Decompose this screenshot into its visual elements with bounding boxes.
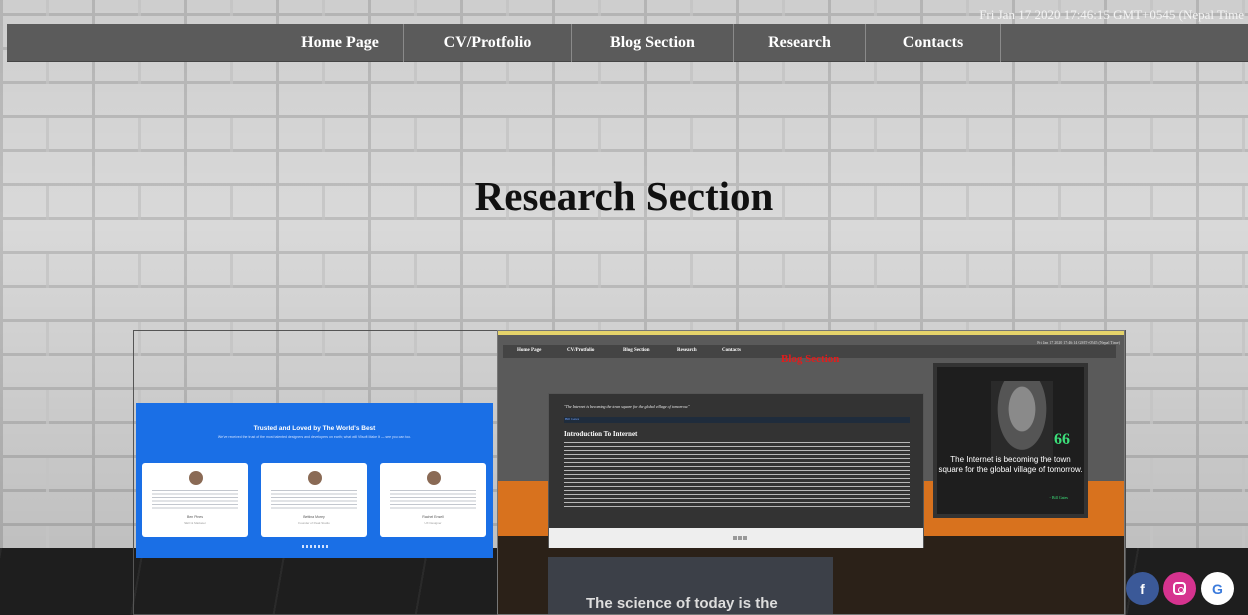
mini-nav-item: Home Page bbox=[517, 348, 542, 353]
nav-research[interactable]: Research bbox=[734, 24, 866, 62]
avatar bbox=[427, 471, 441, 485]
testimonial-name: Rachel Ensell bbox=[422, 515, 444, 519]
mini-carousel-dots bbox=[733, 536, 747, 540]
article-heading: Introduction To Internet bbox=[564, 430, 638, 438]
google-button[interactable]: G bbox=[1201, 572, 1234, 605]
science-card-text: The science of today is the bbox=[586, 595, 778, 612]
google-icon: G bbox=[1212, 580, 1223, 597]
portrait-image bbox=[991, 381, 1053, 461]
testimonial-text bbox=[152, 490, 238, 510]
quote-photo-card: 66 The Internet is becoming the town squ… bbox=[933, 363, 1088, 518]
instagram-button[interactable] bbox=[1163, 572, 1196, 605]
article-footer bbox=[549, 528, 923, 548]
testimonials-subtitle: We've received the trust of the most tal… bbox=[217, 435, 412, 439]
date-time-display: Fri Jan 17 2020 17:46:15 GMT+0545 (Nepal… bbox=[979, 7, 1244, 22]
mini-page-title: Blog Section bbox=[781, 353, 840, 365]
testimonial-name: Ben Pines bbox=[187, 515, 203, 519]
facebook-icon: f bbox=[1140, 580, 1145, 597]
nav-blog-section[interactable]: Blog Section bbox=[572, 24, 734, 62]
testimonial-card: Bettina Morey Founder of Peak Studio bbox=[261, 463, 367, 537]
testimonial-name: Bettina Morey bbox=[303, 515, 325, 519]
testimonials-title: Trusted and Loved by The World's Best bbox=[253, 425, 376, 432]
gallery-slide-testimonials[interactable]: Trusted and Loved by The World's Best We… bbox=[136, 403, 493, 558]
mini-nav-item: Contacts bbox=[722, 348, 741, 353]
accent-bar bbox=[498, 331, 1124, 335]
gallery-slide-blog-screenshot[interactable]: Fri Jan 17 2020 17:46:14 GMT+0545 (Nepal… bbox=[497, 330, 1125, 615]
science-card: The science of today is the bbox=[548, 557, 833, 614]
testimonial-text bbox=[271, 490, 357, 510]
nav-contacts[interactable]: Contacts bbox=[866, 24, 1001, 62]
testimonial-role: SEO & Marketer bbox=[184, 521, 206, 525]
testimonial-card: Rachel Ensell UX Designer bbox=[380, 463, 486, 537]
testimonial-role: UX Designer bbox=[424, 521, 442, 525]
testimonial-text bbox=[390, 490, 476, 510]
main-navbar: Home Page CV/Protfolio Blog Section Rese… bbox=[7, 24, 1248, 62]
mini-nav-item: CV/Protfolio bbox=[567, 348, 595, 353]
nav-cv-portfolio[interactable]: CV/Protfolio bbox=[404, 24, 572, 62]
avatar bbox=[308, 471, 322, 485]
testimonial-role: Founder of Peak Studio bbox=[298, 521, 330, 525]
carousel-dots[interactable] bbox=[302, 545, 328, 548]
photo-quote-text: The Internet is becoming the town square… bbox=[938, 455, 1083, 474]
instagram-icon bbox=[1173, 582, 1186, 595]
page-title: Research Section bbox=[474, 173, 774, 219]
mini-nav-item: Research bbox=[677, 348, 697, 353]
facebook-button[interactable]: f bbox=[1126, 572, 1159, 605]
article-byline: Bill Gates bbox=[564, 417, 910, 423]
quote-mark-icon: 66 bbox=[1054, 431, 1070, 448]
photo-quote-author: - Bill Gates bbox=[1049, 495, 1068, 500]
testimonial-card: Ben Pines SEO & Marketer bbox=[142, 463, 248, 537]
article-quote: "The Internet is becoming the town squar… bbox=[564, 404, 690, 409]
nav-home-page[interactable]: Home Page bbox=[277, 24, 404, 62]
article-body-text bbox=[564, 442, 910, 510]
mini-nav-item: Blog Section bbox=[623, 348, 650, 353]
article-card: "The Internet is becoming the town squar… bbox=[548, 393, 924, 548]
avatar bbox=[189, 471, 203, 485]
